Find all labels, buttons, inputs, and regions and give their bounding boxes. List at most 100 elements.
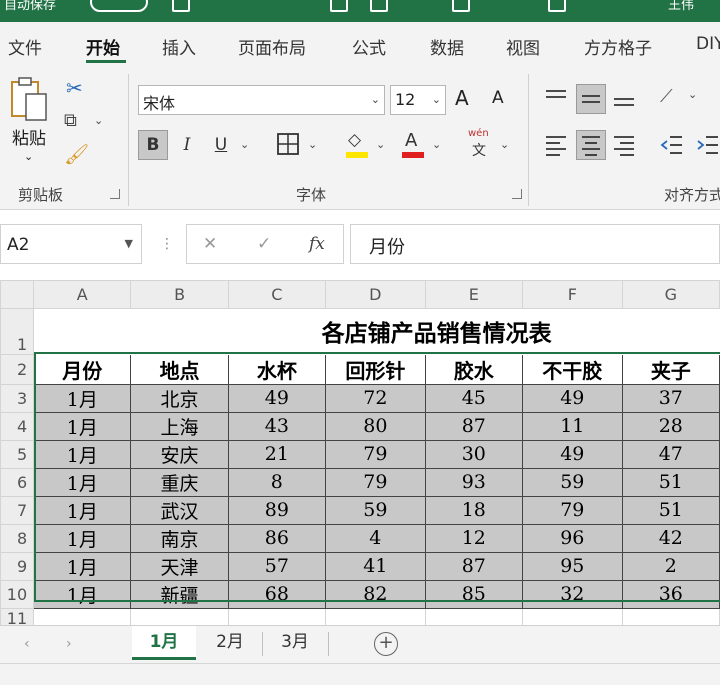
tab-page-layout[interactable]: 页面布局 [238,34,306,59]
data-cell[interactable]: 79 [324,439,426,469]
cut-icon[interactable]: ✂ [66,76,83,100]
formula-input[interactable]: 月份 [350,224,720,264]
header-cell[interactable]: 夹子 [621,353,720,385]
data-cell[interactable]: 1月 [33,467,132,497]
paste-icon[interactable] [10,76,50,122]
data-cell[interactable]: 80 [324,411,426,441]
chevron-down-icon[interactable]: ⌄ [688,88,697,101]
row-header[interactable]: 3 [0,383,35,413]
row-header[interactable]: 2 [0,353,35,385]
data-cell[interactable]: 上海 [130,411,229,441]
chevron-down-icon[interactable]: ⌄ [240,138,249,151]
copy-chevron-icon[interactable]: ⌄ [94,114,103,127]
prev-sheet-icon[interactable]: ‹ [24,636,30,652]
sheet-title[interactable]: 各店铺产品销售情况表 [33,307,720,355]
header-cell[interactable]: 不干胶 [521,353,623,385]
clipboard-launcher-icon[interactable] [110,189,120,199]
italic-button[interactable]: I [172,130,202,160]
table-icon[interactable] [452,0,470,12]
add-sheet-icon[interactable]: + [374,632,398,656]
next-sheet-icon[interactable]: › [66,636,72,652]
data-cell[interactable]: 42 [621,523,720,553]
sheet-tab-2[interactable]: 2月 [198,626,262,660]
header-cell[interactable]: 水杯 [227,353,326,385]
data-cell[interactable]: 72 [324,383,426,413]
header-cell[interactable]: 胶水 [424,353,523,385]
tab-formulas[interactable]: 公式 [352,34,386,59]
data-cell[interactable]: 1月 [33,523,132,553]
copy-icon[interactable]: ⧉ [64,110,77,131]
data-cell[interactable]: 1月 [33,411,132,441]
data-cell[interactable]: 南京 [130,523,229,553]
data-cell[interactable]: 59 [521,467,623,497]
column-header[interactable]: F [521,280,623,309]
data-cell[interactable]: 1月 [33,551,132,581]
more-icon[interactable]: ⋮ [160,236,174,252]
tab-home[interactable]: 开始 [86,34,120,59]
data-cell[interactable]: 30 [424,439,523,469]
new-icon[interactable] [370,0,388,12]
row-header[interactable]: 10 [0,579,35,609]
row-header[interactable]: 8 [0,523,35,553]
column-header[interactable]: G [621,280,720,309]
autosave-toggle[interactable] [90,0,148,12]
chevron-down-icon[interactable]: ▼ [125,237,133,250]
data-cell[interactable]: 12 [424,523,523,553]
data-cell[interactable]: 天津 [130,551,229,581]
data-cell[interactable]: 93 [424,467,523,497]
print-icon[interactable] [330,0,348,12]
row-header[interactable]: 4 [0,411,35,441]
data-cell[interactable]: 重庆 [130,467,229,497]
data-cell[interactable]: 82 [324,579,426,609]
header-cell[interactable]: 月份 [33,353,132,385]
insert-function-icon[interactable]: fx [309,234,325,254]
header-cell[interactable]: 地点 [130,353,229,385]
column-header[interactable]: A [33,280,132,309]
align-top-icon[interactable] [544,88,568,108]
align-center-button[interactable] [576,130,606,160]
data-cell[interactable]: 1月 [33,439,132,469]
fill-color-icon[interactable]: ◇ [344,130,372,160]
data-cell[interactable]: 11 [521,411,623,441]
data-cell[interactable]: 28 [621,411,720,441]
tab-insert[interactable]: 插入 [162,34,196,59]
align-left-icon[interactable] [544,134,568,156]
data-cell[interactable]: 45 [424,383,523,413]
data-cell[interactable]: 47 [621,439,720,469]
align-right-icon[interactable] [612,134,636,156]
bold-button[interactable]: B [138,130,168,160]
chevron-down-icon[interactable]: ⌄ [500,138,509,151]
data-cell[interactable]: 新疆 [130,579,229,609]
data-cell[interactable]: 87 [424,551,523,581]
sheet-tab-1[interactable]: 1月 [132,626,196,660]
paste-chevron-icon[interactable]: ⌄ [24,150,33,163]
font-color-icon[interactable]: A [400,130,428,160]
align-middle-button[interactable] [576,84,606,114]
cancel-icon[interactable]: ✕ [203,234,217,254]
chevron-down-icon[interactable]: ⌄ [308,138,317,151]
tab-data[interactable]: 数据 [430,34,464,59]
format-painter-icon[interactable]: 🖌 [64,142,89,166]
data-cell[interactable]: 49 [521,383,623,413]
chart-icon[interactable] [548,0,566,12]
save-icon[interactable] [172,0,190,12]
data-cell[interactable]: 95 [521,551,623,581]
font-name-select[interactable]: 宋体 ⌄ [138,85,385,115]
column-header[interactable]: B [130,280,229,309]
data-cell[interactable]: 8 [227,467,326,497]
data-cell[interactable]: 43 [227,411,326,441]
data-cell[interactable]: 2 [621,551,720,581]
tab-view[interactable]: 视图 [506,34,540,59]
select-all-corner[interactable] [0,280,35,309]
shrink-font-icon[interactable]: A [492,88,504,108]
header-cell[interactable]: 回形针 [324,353,426,385]
increase-indent-icon[interactable] [696,134,720,156]
data-cell[interactable]: 49 [521,439,623,469]
data-cell[interactable]: 32 [521,579,623,609]
align-bottom-icon[interactable] [612,88,636,108]
data-cell[interactable]: 51 [621,467,720,497]
chevron-down-icon[interactable]: ⌄ [432,138,441,151]
data-cell[interactable]: 1月 [33,495,132,525]
data-cell[interactable]: 89 [227,495,326,525]
row-header[interactable]: 6 [0,467,35,497]
